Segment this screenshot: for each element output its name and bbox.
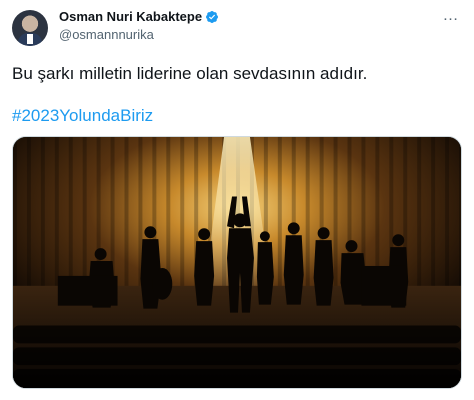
tweet-text: Bu şarkı milletin liderine olan sevdasın…	[12, 64, 368, 83]
verified-badge-icon	[205, 10, 219, 24]
more-options-icon[interactable]: …	[440, 7, 462, 24]
concert-stage-image	[13, 137, 461, 388]
author-name-row: Osman Nuri Kabaktepe	[59, 9, 219, 24]
tweet-media-image[interactable]	[12, 136, 462, 389]
author-handle[interactable]: @osmannnurika	[59, 27, 154, 42]
hashtag-link[interactable]: #2023YolundaBiriz	[12, 106, 153, 126]
tweet[interactable]: Osman Nuri Kabaktepe @osmannnurika … Bu …	[0, 0, 474, 400]
author-display-name[interactable]: Osman Nuri Kabaktepe	[59, 9, 202, 24]
avatar[interactable]	[12, 10, 48, 46]
